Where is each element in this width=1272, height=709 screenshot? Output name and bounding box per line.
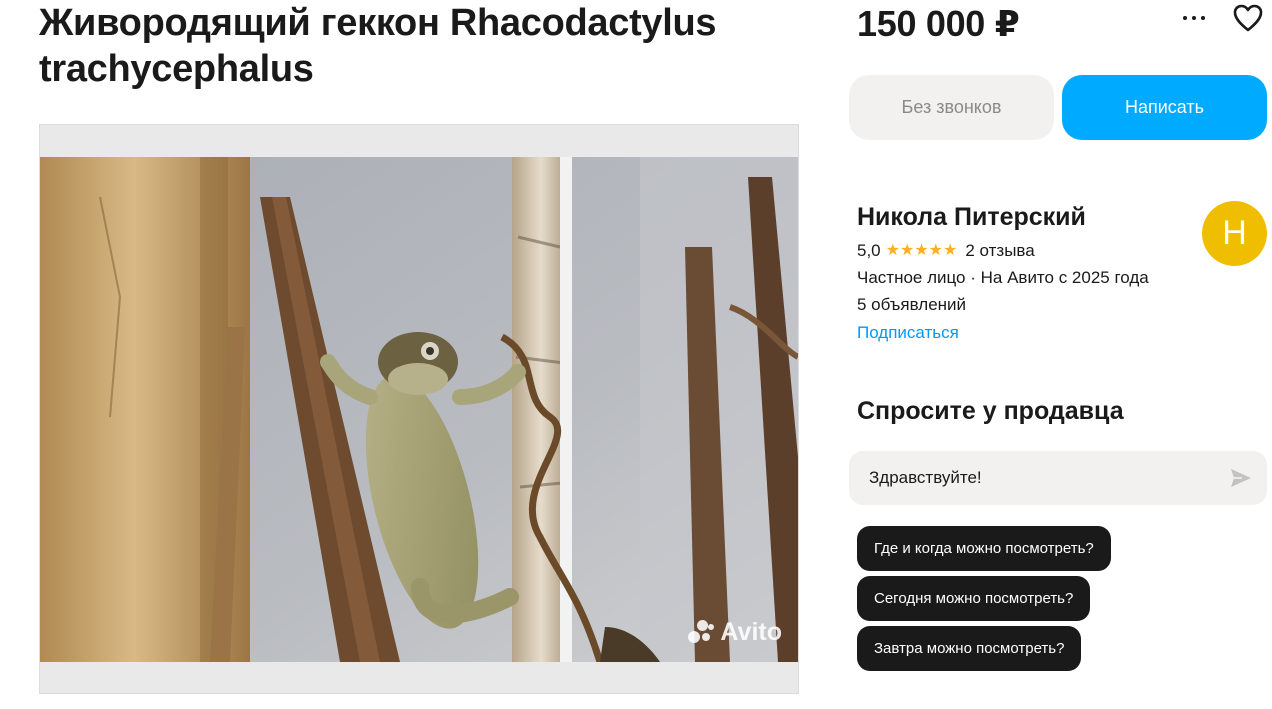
write-button[interactable]: Написать xyxy=(1062,75,1267,140)
seller-meta: Частное лицо · На Авито с 2025 года xyxy=(857,268,1149,287)
listing-price: 150 000 ₽ xyxy=(857,3,1020,44)
subscribe-link[interactable]: Подписаться xyxy=(857,322,959,344)
heart-icon[interactable] xyxy=(1232,3,1264,33)
message-input[interactable] xyxy=(869,451,1209,505)
rating-stars-icon: ★★★★★ xyxy=(885,242,958,259)
avito-logo-icon xyxy=(688,619,716,646)
send-icon[interactable] xyxy=(1230,468,1252,488)
avatar[interactable]: Н xyxy=(1202,201,1267,266)
seller-rating[interactable]: 5,0 ★★★★★ 2 отзыва xyxy=(857,240,1035,262)
avito-watermark: Avito xyxy=(688,618,782,647)
listing-photo[interactable]: Avito xyxy=(39,124,799,694)
rating-value: 5,0 xyxy=(857,241,881,260)
quick-question-chip[interactable]: Завтра можно посмотреть? xyxy=(857,626,1082,671)
ask-seller-title: Спросите у продавца xyxy=(857,397,1124,425)
gecko-photo-image xyxy=(40,157,798,662)
quick-question-chip[interactable]: Где и когда можно посмотреть? xyxy=(857,526,1111,571)
seller-name[interactable]: Никола Питерский xyxy=(857,201,1086,233)
listing-title: Живородящий геккон Rhacodactylus trachyc… xyxy=(39,2,717,90)
more-horizontal-icon[interactable] xyxy=(1180,9,1210,27)
reviews-count: 2 отзыва xyxy=(965,241,1035,260)
no-calls-button: Без звонков xyxy=(849,75,1054,140)
quick-question-chip[interactable]: Сегодня можно посмотреть? xyxy=(857,576,1091,621)
seller-ads-count[interactable]: 5 объявлений xyxy=(857,294,966,316)
watermark-text: Avito xyxy=(720,618,782,646)
message-box xyxy=(849,451,1267,505)
